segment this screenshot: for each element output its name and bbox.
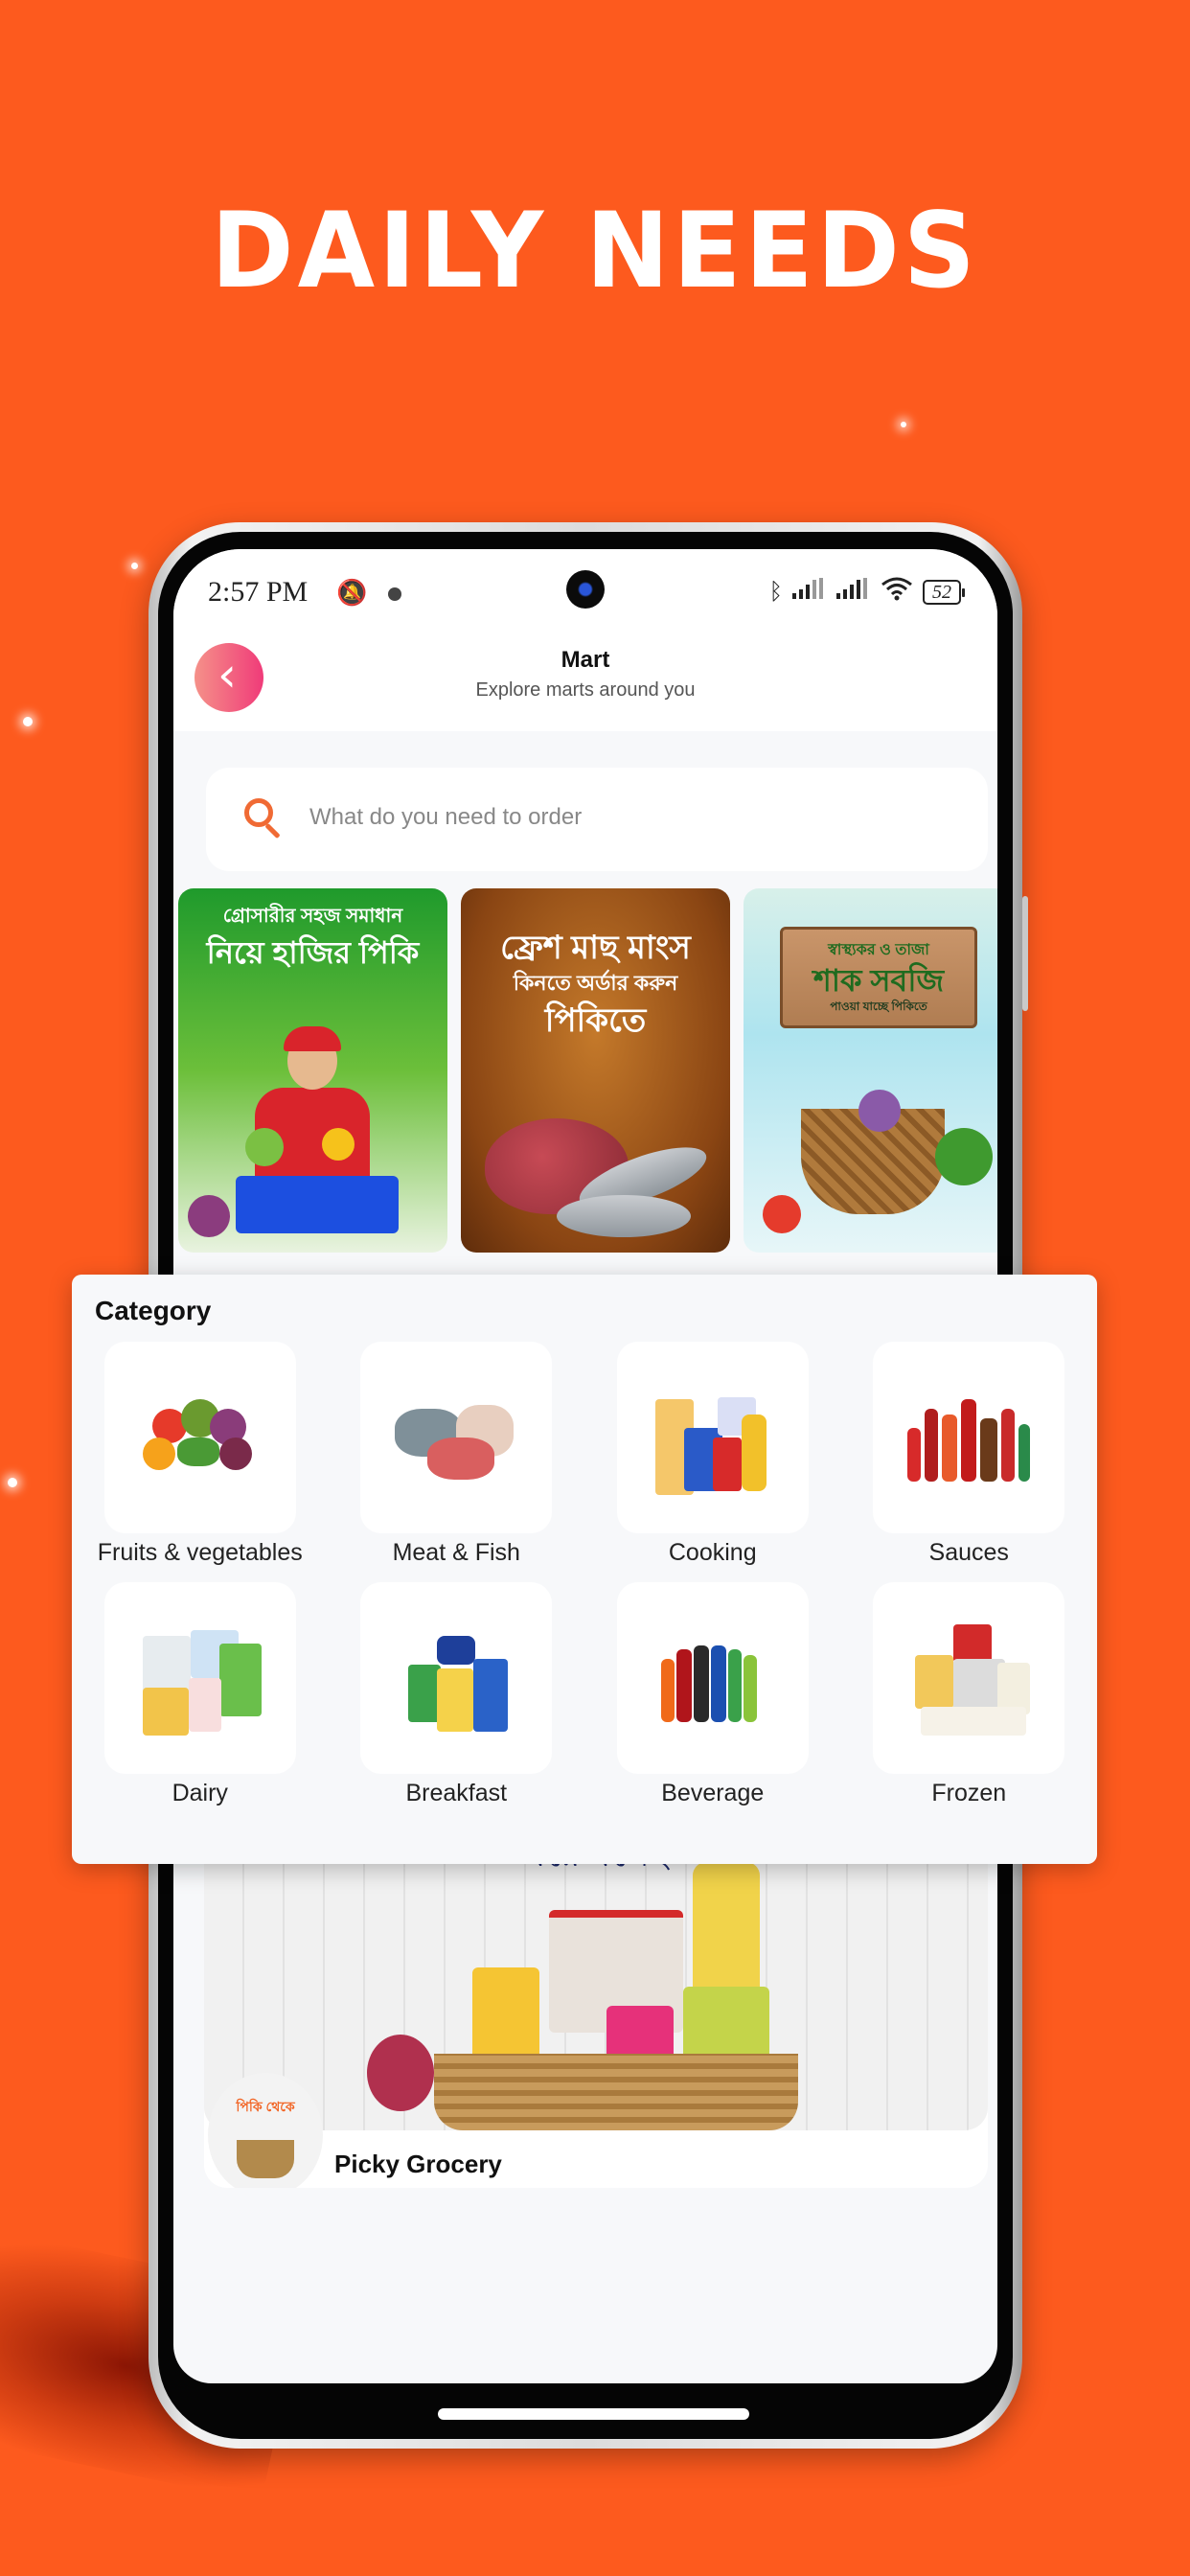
search-icon — [244, 798, 273, 827]
category-label: Breakfast — [405, 1780, 508, 1806]
banner-line: নিয়ে হাজির পিকি — [206, 935, 420, 970]
phone-side-button — [1022, 896, 1028, 1011]
category-label: Fruits & vegetables — [97, 1539, 303, 1566]
signal-icon — [836, 578, 871, 606]
category-label: Sauces — [928, 1539, 1009, 1566]
front-camera — [566, 570, 605, 609]
mart-logo-text: পিকি থেকে — [236, 2099, 295, 2114]
vegetable-image — [245, 1128, 284, 1166]
vegetable-image — [858, 1090, 901, 1132]
vegetable-image — [188, 1195, 230, 1237]
battery-indicator: 52 — [923, 579, 965, 605]
category-panel: Category Fruits & vegetables Meat & Fish — [72, 1275, 1097, 1864]
sparkle — [8, 1478, 17, 1487]
category-image — [360, 1342, 553, 1533]
banner-line: পিকিতে — [544, 1002, 647, 1039]
vegetable-image — [763, 1195, 801, 1233]
vibrate-off-icon: 🔕 — [336, 578, 368, 607]
category-image — [360, 1582, 553, 1774]
bluetooth-icon: ᛒ — [768, 578, 783, 605]
category-item-fruits-vegetables[interactable]: Fruits & vegetables — [72, 1342, 329, 1567]
category-label: Cooking — [668, 1539, 757, 1566]
category-item-meat-fish[interactable]: Meat & Fish — [329, 1342, 585, 1567]
promo-banner[interactable]: ফ্রেশ মাছ মাংস কিনতে অর্ডার করুন পিকিতে — [461, 888, 730, 1253]
signal-icon — [792, 578, 827, 606]
category-label: Dairy — [172, 1780, 228, 1806]
category-image — [616, 1582, 809, 1774]
promo-headline: DAILY NEEDS — [211, 188, 979, 312]
sparkle — [131, 563, 138, 569]
category-image — [616, 1342, 809, 1533]
category-item-dairy[interactable]: Dairy — [72, 1582, 329, 1807]
category-image — [103, 1342, 296, 1533]
promo-banner-carousel: গ্রোসারীর সহজ সমাধান নিয়ে হাজির পিকি ফ্… — [178, 888, 997, 1253]
page-title: Mart — [561, 647, 610, 673]
category-image — [873, 1342, 1065, 1533]
category-label: Beverage — [661, 1780, 765, 1806]
status-left-icons: 🔕 — [336, 578, 401, 608]
fish-image — [557, 1195, 691, 1237]
category-item-sauces[interactable]: Sauces — [841, 1342, 1098, 1567]
category-image — [873, 1582, 1065, 1774]
category-heading: Category — [95, 1296, 212, 1325]
category-item-breakfast[interactable]: Breakfast — [329, 1582, 585, 1807]
category-label: Frozen — [931, 1780, 1007, 1806]
status-bar: 2:57 PM 🔕 ᛒ 52 — [173, 549, 997, 626]
grocery-basket-image — [367, 1862, 798, 2130]
sparkle — [901, 422, 906, 427]
category-item-cooking[interactable]: Cooking — [584, 1342, 841, 1567]
wifi-icon — [881, 576, 913, 608]
promo-banner[interactable]: স্বাস্থ্যকর ও তাজা শাক সবজি পাওয়া যাচ্ছ… — [744, 888, 997, 1253]
status-time: 2:57 PM — [208, 576, 309, 608]
category-grid: Fruits & vegetables Meat & Fish Cooking — [72, 1342, 1097, 1807]
vegetable-image — [322, 1128, 355, 1161]
status-right-icons: ᛒ 52 — [768, 576, 965, 608]
category-item-frozen[interactable]: Frozen — [841, 1582, 1098, 1807]
wooden-sign: স্বাস্থ্যকর ও তাজা শাক সবজি পাওয়া যাচ্ছ… — [780, 927, 977, 1028]
mart-logo: পিকি থেকে — [208, 2073, 323, 2188]
mart-name: Picky Grocery — [334, 2150, 502, 2178]
search-placeholder: What do you need to order — [309, 804, 583, 830]
promo-banner[interactable]: গ্রোসারীর সহজ সমাধান নিয়ে হাজির পিকি — [178, 888, 447, 1253]
category-label: Meat & Fish — [392, 1539, 520, 1566]
search-input[interactable]: What do you need to order — [206, 768, 988, 871]
crate-image — [236, 1176, 399, 1233]
category-item-beverage[interactable]: Beverage — [584, 1582, 841, 1807]
app-bar: ‹ Mart Explore marts around you — [173, 626, 997, 731]
vegetable-image — [935, 1128, 993, 1185]
banner-line: পাওয়া যাচ্ছে পিকিতে — [830, 1000, 927, 1013]
category-image — [103, 1582, 296, 1774]
sparkle — [23, 717, 33, 726]
home-indicator[interactable] — [438, 2408, 749, 2420]
notification-dot-icon — [387, 587, 401, 602]
page-subtitle: Explore marts around you — [475, 679, 696, 701]
